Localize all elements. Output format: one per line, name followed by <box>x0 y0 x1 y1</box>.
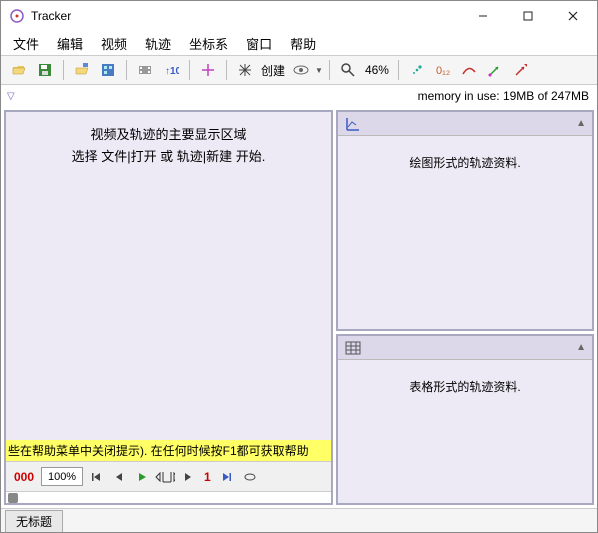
step-forward-icon[interactable] <box>178 467 198 487</box>
create-button[interactable]: 创建 <box>259 62 287 79</box>
velocity-icon[interactable] <box>483 58 507 82</box>
app-icon <box>9 8 25 24</box>
plot-panel: ▲ 绘图形式的轨迹资料. <box>336 110 594 331</box>
table-area[interactable]: 表格形式的轨迹资料. <box>338 360 592 503</box>
menu-track[interactable]: 轨迹 <box>137 32 179 55</box>
minimize-button[interactable] <box>460 2 505 30</box>
clip-settings-icon[interactable] <box>96 58 120 82</box>
calibration-icon[interactable]: ↑10 <box>159 58 183 82</box>
menu-edit[interactable]: 编辑 <box>49 32 91 55</box>
collapse-table-icon[interactable]: ▲ <box>576 342 586 353</box>
accel-icon[interactable] <box>509 58 533 82</box>
memory-status: memory in use: 19MB of 247MB <box>418 89 589 103</box>
labels-icon[interactable]: 0₁₂ <box>431 58 455 82</box>
window-title: Tracker <box>31 9 460 23</box>
plot-area[interactable]: 绘图形式的轨迹资料. <box>338 136 592 329</box>
video-placeholder-line2: 选择 文件|打开 或 轨迹|新建 开始. <box>72 146 266 168</box>
play-icon[interactable] <box>132 467 152 487</box>
axes-icon[interactable] <box>196 58 220 82</box>
frame-number: 000 <box>10 470 38 484</box>
step-size: 1 <box>201 470 214 484</box>
dropdown-arrow-icon[interactable]: ▼ <box>315 66 323 75</box>
video-panel: 视频及轨迹的主要显示区域 选择 文件|打开 或 轨迹|新建 开始. 些在帮助菜单… <box>4 110 333 505</box>
slider-thumb-icon[interactable] <box>8 493 18 503</box>
player-controls: 000 1 <box>6 461 331 491</box>
open-video-icon[interactable] <box>70 58 94 82</box>
zoom-level[interactable]: 46% <box>362 63 392 77</box>
menu-coord[interactable]: 坐标系 <box>181 32 236 55</box>
table-panel: ▲ 表格形式的轨迹资料. <box>336 334 594 505</box>
menu-window[interactable]: 窗口 <box>238 32 280 55</box>
zoom-icon[interactable] <box>336 58 360 82</box>
eye-visibility-icon[interactable] <box>289 58 313 82</box>
save-icon[interactable] <box>33 58 57 82</box>
toolbar: ↑10 创建 ▼ 46% 0₁₂ <box>1 55 597 85</box>
close-button[interactable] <box>550 2 595 30</box>
frame-slider[interactable] <box>6 491 331 503</box>
plot-icon[interactable] <box>344 115 362 133</box>
hint-bar: 些在帮助菜单中关闭提示). 在任何时候按F1都可获取帮助 <box>6 440 331 461</box>
step-back-icon[interactable] <box>109 467 129 487</box>
tab-untitled[interactable]: 无标题 <box>5 510 63 532</box>
clip-range-icon[interactable] <box>155 467 175 487</box>
table-icon[interactable] <box>344 339 362 357</box>
menu-help[interactable]: 帮助 <box>282 32 324 55</box>
collapse-plot-icon[interactable]: ▲ <box>576 118 586 129</box>
svg-text:0₁₂: 0₁₂ <box>436 65 450 77</box>
create-sparkle-icon[interactable] <box>233 58 257 82</box>
tab-bar: 无标题 <box>1 508 597 532</box>
menu-file[interactable]: 文件 <box>5 32 47 55</box>
open-icon[interactable] <box>7 58 31 82</box>
menu-video[interactable]: 视频 <box>93 32 135 55</box>
loop-icon[interactable] <box>240 467 260 487</box>
notes-toggle-icon[interactable]: ▽ <box>7 91 15 102</box>
plot-placeholder: 绘图形式的轨迹资料. <box>409 154 520 171</box>
trails-icon[interactable] <box>405 58 429 82</box>
playback-rate-input[interactable] <box>41 467 83 486</box>
menu-bar: 文件 编辑 视频 轨迹 坐标系 窗口 帮助 <box>1 31 597 55</box>
svg-text:↑10: ↑10 <box>165 66 179 77</box>
table-placeholder: 表格形式的轨迹资料. <box>409 378 520 395</box>
maximize-button[interactable] <box>505 2 550 30</box>
filmstrip-icon[interactable] <box>133 58 157 82</box>
video-display-area[interactable]: 视频及轨迹的主要显示区域 选择 文件|打开 或 轨迹|新建 开始. <box>6 112 331 440</box>
path-icon[interactable] <box>457 58 481 82</box>
rewind-icon[interactable] <box>86 467 106 487</box>
title-bar: Tracker <box>1 1 597 31</box>
fast-forward-icon[interactable] <box>217 467 237 487</box>
video-placeholder-line1: 视频及轨迹的主要显示区域 <box>90 124 246 146</box>
status-bar: ▽ memory in use: 19MB of 247MB <box>1 85 597 107</box>
